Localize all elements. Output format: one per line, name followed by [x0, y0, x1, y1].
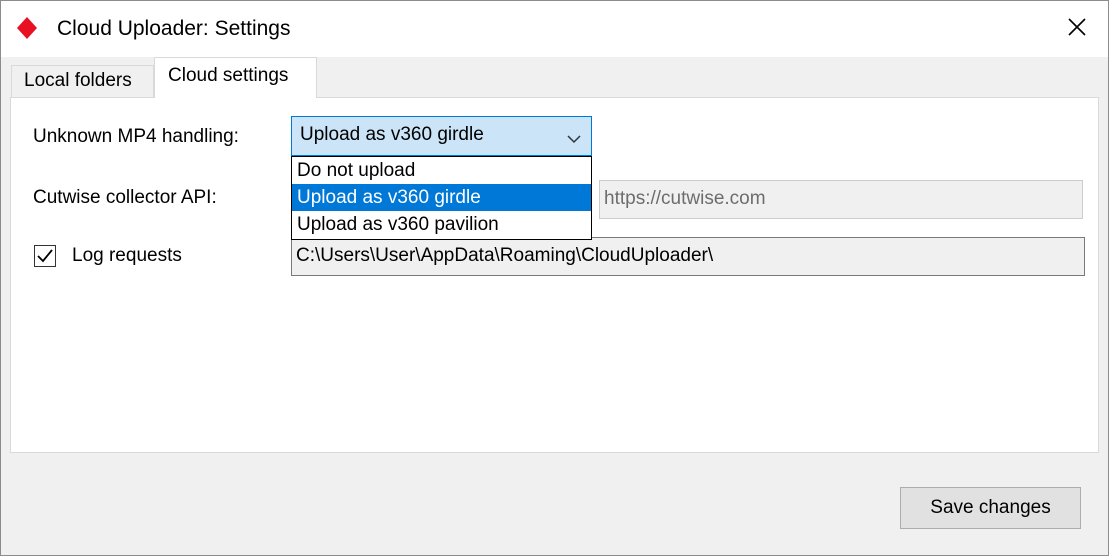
mp4-handling-value: Upload as v360 girdle: [300, 124, 484, 145]
chevron-down-icon: [567, 131, 581, 149]
tab-local-folders[interactable]: Local folders: [11, 65, 154, 97]
save-changes-button[interactable]: Save changes: [900, 487, 1081, 529]
tab-strip: Local folders Cloud settings: [1, 57, 1108, 98]
log-requests-checkbox[interactable]: [34, 245, 56, 267]
collector-api-label: Cutwise collector API:: [33, 187, 217, 208]
dropdown-option-v360-girdle[interactable]: Upload as v360 girdle: [292, 184, 591, 211]
settings-window: Cloud Uploader: Settings Local folders C…: [0, 0, 1109, 556]
collector-api-field[interactable]: https://cutwise.com: [599, 180, 1083, 219]
log-requests-label: Log requests: [72, 245, 182, 266]
mp4-handling-dropdown: Do not upload Upload as v360 girdle Uplo…: [291, 156, 592, 240]
window-title: Cloud Uploader: Settings: [57, 17, 291, 40]
dropdown-option-do-not-upload[interactable]: Do not upload: [292, 157, 591, 184]
close-button[interactable]: [1046, 1, 1108, 57]
log-path-field[interactable]: C:\Users\User\AppData\Roaming\CloudUploa…: [291, 237, 1085, 276]
cloud-settings-panel: Unknown MP4 handling: Upload as v360 gir…: [10, 97, 1099, 453]
dropdown-option-v360-pavilion[interactable]: Upload as v360 pavilion: [292, 211, 591, 238]
tab-cloud-settings[interactable]: Cloud settings: [154, 57, 317, 98]
mp4-handling-label: Unknown MP4 handling:: [33, 126, 239, 147]
title-bar: Cloud Uploader: Settings: [1, 1, 1108, 57]
mp4-handling-select[interactable]: Upload as v360 girdle: [291, 116, 592, 156]
close-icon: [1067, 17, 1087, 42]
red-diamond-icon: [16, 17, 38, 39]
